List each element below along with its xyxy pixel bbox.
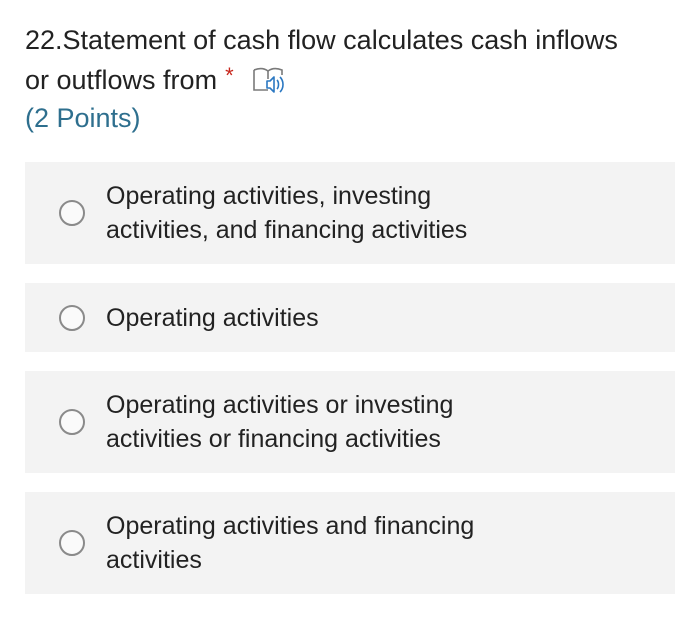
question-text-line-1: Statement of cash flow calculates cash i…: [62, 25, 618, 55]
radio-button[interactable]: [59, 304, 85, 331]
required-asterisk: *: [225, 63, 234, 88]
question-title-line-1: 22.Statement of cash flow calculates cas…: [25, 22, 675, 58]
radio-button[interactable]: [59, 200, 85, 226]
answer-option-1[interactable]: Operating activities, investing activiti…: [25, 162, 675, 264]
question-block: 22.Statement of cash flow calculates cas…: [25, 22, 675, 136]
radio-button[interactable]: [59, 530, 85, 556]
question-points: (2 Points): [25, 103, 141, 133]
answer-option-2[interactable]: Operating activities: [25, 283, 675, 352]
immersive-reader-icon[interactable]: [250, 65, 288, 95]
answer-option-3[interactable]: Operating activities or investing activi…: [25, 371, 675, 473]
question-number: 22.: [25, 25, 63, 55]
answer-option-label: Operating activities and financing activ…: [106, 512, 475, 574]
answer-option-label: Operating activities, investing activiti…: [106, 182, 468, 244]
radio-button[interactable]: [59, 409, 85, 435]
answer-option-4[interactable]: Operating activities and financing activ…: [25, 492, 675, 594]
answer-option-label: Operating activities: [106, 303, 319, 332]
question-title-line-2: or outflows from *: [25, 58, 675, 98]
answer-option-label: Operating activities or investing activi…: [106, 391, 454, 453]
answer-options: Operating activities, investing activiti…: [25, 162, 675, 613]
question-text-line-2: or outflows from: [25, 65, 218, 95]
